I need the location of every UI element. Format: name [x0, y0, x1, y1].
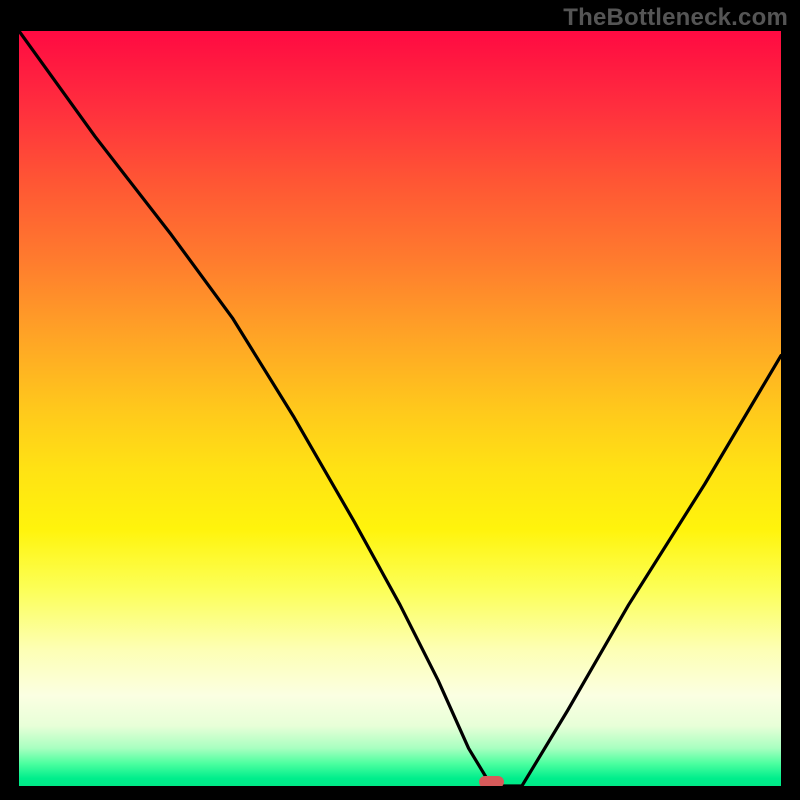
plot-area — [19, 31, 781, 786]
watermark-text: TheBottleneck.com — [563, 4, 788, 32]
chart-frame: TheBottleneck.com — [0, 0, 800, 800]
bottleneck-curve — [19, 31, 781, 786]
curve-path — [19, 31, 781, 786]
optimal-marker — [479, 776, 504, 786]
